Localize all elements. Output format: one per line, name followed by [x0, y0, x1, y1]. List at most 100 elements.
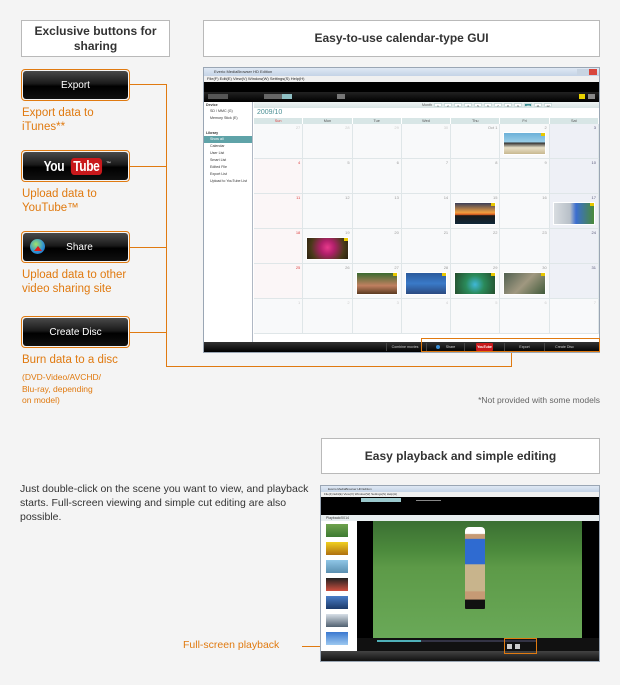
calendar-section-title: Easy-to-use calendar-type GUI — [203, 20, 600, 57]
video-player[interactable] — [373, 521, 582, 638]
day-number: 6 — [544, 300, 547, 305]
combine-movies-button[interactable]: Combine movies — [386, 343, 423, 351]
month-button[interactable]: 4 — [464, 103, 472, 108]
create-disc-button[interactable]: Create Disc — [21, 316, 130, 348]
calendar-day-cell[interactable]: 2 — [303, 299, 353, 334]
calendar-day-cell[interactable]: 10 — [549, 159, 599, 194]
zoom-slider[interactable] — [416, 500, 441, 501]
month-button[interactable]: 11 — [534, 103, 542, 108]
month-button[interactable]: 12 — [544, 103, 552, 108]
toolbar-main — [204, 92, 599, 102]
calendar-day-cell[interactable]: 4 — [401, 299, 452, 334]
video-thumbnail[interactable] — [454, 202, 497, 225]
month-button[interactable]: 2 — [444, 103, 452, 108]
calendar-day-cell[interactable]: 5 — [303, 159, 353, 194]
sidebar-item-show-all[interactable]: Show all — [204, 136, 252, 143]
scene-thumbnail[interactable] — [326, 578, 348, 591]
hd-badge-icon — [491, 203, 496, 206]
import-button[interactable] — [208, 94, 228, 99]
month-button[interactable]: 3 — [454, 103, 462, 108]
calendar-day-cell[interactable]: 4 — [254, 159, 304, 194]
calendar-day-cell[interactable]: 13 — [352, 194, 402, 229]
calendar-day-cell[interactable]: 2 — [500, 124, 550, 159]
sidebar-item-smart-list[interactable]: Smart List — [204, 157, 252, 164]
calendar-day-cell[interactable]: 29 — [451, 264, 501, 299]
scene-thumbnail[interactable] — [326, 560, 348, 573]
calendar-day-cell[interactable]: 30 — [401, 124, 452, 159]
export-button[interactable]: Export — [21, 69, 130, 101]
calendar-day-cell[interactable]: 17 — [549, 194, 599, 229]
calendar-day-cell[interactable]: 28 — [401, 264, 452, 299]
toolbar-icon[interactable] — [337, 94, 345, 99]
video-thumbnail[interactable] — [552, 202, 595, 225]
video-thumbnail[interactable] — [306, 237, 349, 260]
scene-thumbnail-list[interactable] — [321, 521, 357, 651]
filter-icon[interactable] — [579, 94, 585, 99]
calendar-day-cell[interactable]: 9 — [500, 159, 550, 194]
calendar-day-cell[interactable]: 21 — [401, 229, 452, 264]
calendar-title-text: Easy-to-use calendar-type GUI — [314, 31, 489, 45]
calendar-day-cell[interactable]: 22 — [451, 229, 501, 264]
calendar-day-cell[interactable]: 5 — [451, 299, 501, 334]
calendar-day-cell[interactable]: 7 — [549, 299, 599, 334]
calendar-day-cell[interactable]: 27 — [352, 264, 402, 299]
youtube-button[interactable]: You Tube ™ — [21, 150, 130, 182]
calendar-day-cell[interactable]: 26 — [303, 264, 353, 299]
sidebar-item-calendar[interactable]: Calendar — [204, 143, 252, 150]
calendar-day-cell[interactable]: 6 — [500, 299, 550, 334]
calendar-day-cell[interactable]: 3 — [549, 124, 599, 159]
calendar-day-cell[interactable]: Oct 1 — [451, 124, 501, 159]
calendar-day-cell[interactable]: 31 — [549, 264, 599, 299]
month-button[interactable]: 10 — [524, 103, 532, 108]
month-button[interactable]: 5 — [474, 103, 482, 108]
view-mode-buttons[interactable] — [264, 94, 292, 99]
calendar-day-cell[interactable]: 6 — [352, 159, 402, 194]
share-button[interactable]: Share — [21, 231, 130, 263]
scene-thumbnail[interactable] — [326, 614, 348, 627]
calendar-day-cell[interactable]: 23 — [500, 229, 550, 264]
calendar-day-cell[interactable]: 24 — [549, 229, 599, 264]
day-number: 2 — [347, 300, 350, 305]
full-screen-highlight — [504, 638, 537, 654]
month-button[interactable]: 8 — [504, 103, 512, 108]
sidebar-item-user-list[interactable]: User List — [204, 150, 252, 157]
scene-thumbnail[interactable] — [326, 542, 348, 555]
calendar-day-cell[interactable]: 30 — [500, 264, 550, 299]
zoom-icon[interactable] — [588, 94, 595, 99]
calendar-day-cell[interactable]: 15 — [451, 194, 501, 229]
video-thumbnail[interactable] — [503, 132, 546, 155]
sidebar-device-memory-stick[interactable]: Memory Stick (E) — [204, 115, 252, 122]
calendar-day-cell[interactable]: 29 — [352, 124, 402, 159]
video-thumbnail[interactable] — [404, 272, 448, 295]
calendar-day-cell[interactable]: 14 — [401, 194, 452, 229]
calendar-day-cell[interactable]: 19 — [303, 229, 353, 264]
calendar-day-cell[interactable]: 25 — [254, 264, 304, 299]
calendar-day-cell[interactable]: 18 — [254, 229, 304, 264]
sidebar-item-edited-file[interactable]: Edited File — [204, 164, 252, 171]
month-button[interactable]: 1 — [434, 103, 442, 108]
sidebar-item-export-list[interactable]: Export List — [204, 171, 252, 178]
video-thumbnail[interactable] — [454, 272, 497, 295]
month-button[interactable]: 7 — [494, 103, 502, 108]
calendar-day-cell[interactable]: 3 — [352, 299, 402, 334]
scene-thumbnail[interactable] — [326, 596, 348, 609]
calendar-day-cell[interactable]: 20 — [352, 229, 402, 264]
video-thumbnail[interactable] — [503, 272, 546, 295]
calendar-day-cell[interactable]: 27 — [254, 124, 304, 159]
month-button[interactable]: 6 — [484, 103, 492, 108]
scene-thumbnail[interactable] — [326, 632, 348, 645]
calendar-day-cell[interactable]: 11 — [254, 194, 304, 229]
video-thumbnail[interactable] — [355, 272, 398, 295]
calendar-day-cell[interactable]: 16 — [500, 194, 550, 229]
calendar-day-cell[interactable]: 8 — [451, 159, 501, 194]
calendar-day-cell[interactable]: 7 — [401, 159, 452, 194]
window-controls[interactable] — [577, 69, 597, 75]
sidebar-item-upload-youtube-list[interactable]: Upload to YouTube List — [204, 178, 252, 185]
scene-thumbnail[interactable] — [326, 524, 348, 537]
calendar-day-cell[interactable]: 1 — [254, 299, 304, 334]
calendar-day-cell[interactable]: 12 — [303, 194, 353, 229]
timeline-slider[interactable] — [361, 498, 401, 502]
calendar-day-cell[interactable]: 28 — [303, 124, 353, 159]
month-button[interactable]: 9 — [514, 103, 522, 108]
sidebar-device-sd[interactable]: SD / MMC (G) — [204, 108, 252, 115]
